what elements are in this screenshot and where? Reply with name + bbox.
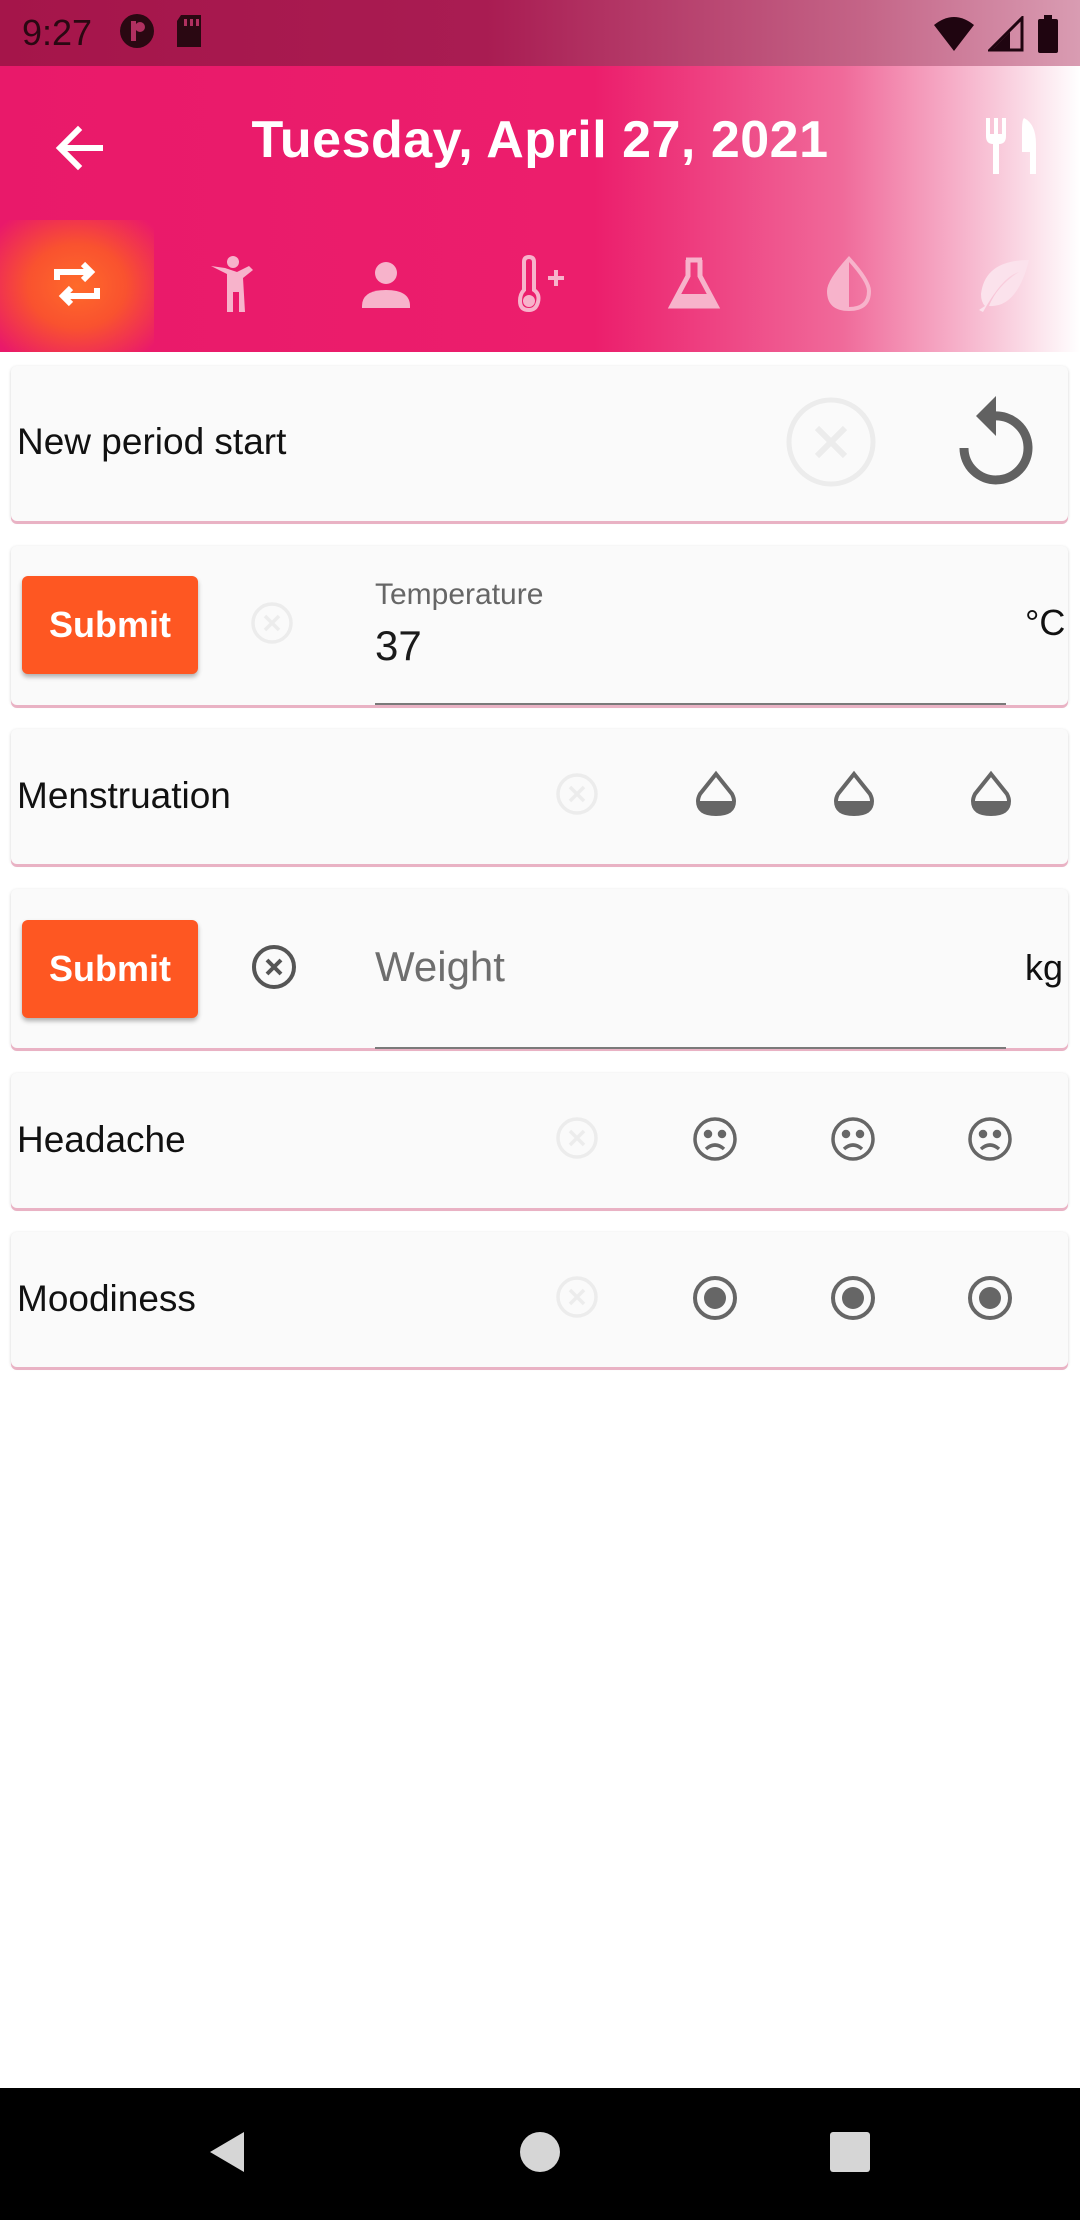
repeat-icon: [49, 256, 105, 317]
sd-card-icon: [174, 13, 204, 54]
app-bar: Tuesday, April 27, 2021: [0, 66, 1080, 352]
cancel-icon: [555, 772, 599, 821]
thermometer-plus-icon: [510, 254, 570, 319]
tab-lab[interactable]: [617, 220, 771, 352]
headache-label: Headache: [17, 1119, 186, 1160]
drop-icon: [694, 770, 738, 823]
menstruation-level-1-button[interactable]: [691, 770, 741, 823]
radio-checked-icon: [966, 1274, 1014, 1327]
sad-face-icon: [829, 1115, 877, 1168]
moodiness-label: Moodiness: [17, 1278, 196, 1319]
cancel-icon: [250, 601, 294, 650]
period-label: New period start: [17, 421, 287, 462]
exercise-icon: [203, 254, 259, 319]
page-title: Tuesday, April 27, 2021: [251, 111, 829, 169]
back-triangle-icon: [204, 2128, 248, 2181]
temperature-input[interactable]: 37: [375, 622, 422, 670]
submit-weight-button[interactable]: Submit: [22, 920, 198, 1018]
battery-icon: [1036, 14, 1060, 59]
temperature-field-label: Temperature: [375, 578, 544, 611]
headache-level-3-button[interactable]: [964, 1115, 1016, 1167]
food-log-button[interactable]: [980, 114, 1044, 178]
tab-activity[interactable]: [154, 220, 308, 352]
wifi-icon: [932, 15, 976, 58]
weight-underline: [375, 1047, 1006, 1049]
drop-icon: [969, 770, 1013, 823]
cancel-icon: [250, 943, 298, 996]
clear-temperature-button[interactable]: [249, 601, 295, 650]
clear-moodiness-button[interactable]: [554, 1275, 600, 1324]
moodiness-level-1-button[interactable]: [689, 1274, 741, 1326]
temperature-unit: °C: [1025, 602, 1066, 643]
clear-menstruation-button[interactable]: [554, 772, 600, 821]
moodiness-card: Moodiness: [11, 1232, 1068, 1367]
temperature-underline: [375, 703, 1006, 705]
flask-icon: [666, 256, 722, 317]
leaf-icon: [973, 256, 1033, 317]
tab-fluid[interactable]: [771, 220, 925, 352]
period-card: New period start: [11, 366, 1068, 521]
recents-square-icon: [828, 2130, 872, 2179]
tab-profile[interactable]: [309, 220, 463, 352]
cancel-icon: [555, 1275, 599, 1324]
weight-card: Submit Weight kg: [11, 889, 1068, 1049]
moodiness-level-2-button[interactable]: [827, 1274, 879, 1326]
clear-period-button[interactable]: [783, 396, 879, 492]
replay-button[interactable]: [947, 394, 1047, 494]
drop-icon: [824, 255, 874, 317]
cancel-icon: [785, 396, 877, 493]
category-tabs: [0, 220, 1080, 352]
headache-card: Headache: [11, 1073, 1068, 1208]
menstruation-label: Menstruation: [17, 775, 231, 816]
back-button[interactable]: [50, 118, 110, 178]
weight-unit: kg: [1025, 947, 1064, 988]
app-notification-icon: [118, 12, 156, 55]
tab-temperature[interactable]: [463, 220, 617, 352]
sad-face-icon: [966, 1115, 1014, 1168]
restaurant-icon: [980, 118, 1044, 182]
home-circle-icon: [518, 2130, 562, 2179]
radio-checked-icon: [829, 1274, 877, 1327]
menstruation-level-3-button[interactable]: [966, 770, 1016, 823]
tab-nutrition[interactable]: [926, 220, 1080, 352]
drop-icon: [832, 770, 876, 823]
radio-checked-icon: [691, 1274, 739, 1327]
moodiness-level-3-button[interactable]: [964, 1274, 1016, 1326]
arrow-back-icon: [50, 125, 110, 182]
signal-icon: [986, 14, 1024, 57]
nav-home-button[interactable]: [510, 2124, 570, 2184]
clear-weight-button[interactable]: [249, 944, 299, 994]
person-icon: [358, 256, 414, 317]
weight-input[interactable]: Weight: [375, 943, 505, 991]
submit-temperature-button[interactable]: Submit: [22, 576, 198, 674]
sad-face-icon: [691, 1115, 739, 1168]
temperature-card: Submit Temperature 37 °C: [11, 546, 1068, 705]
cancel-icon: [555, 1116, 599, 1165]
tab-cycle[interactable]: [0, 220, 155, 352]
clear-headache-button[interactable]: [554, 1116, 600, 1165]
replay-icon: [952, 394, 1042, 495]
system-nav-bar: [0, 2088, 1080, 2220]
menstruation-card: Menstruation: [11, 729, 1068, 864]
headache-level-2-button[interactable]: [827, 1115, 879, 1167]
nav-back-button[interactable]: [196, 2124, 256, 2184]
headache-level-1-button[interactable]: [689, 1115, 741, 1167]
status-bar: 9:27: [0, 0, 1080, 66]
menstruation-level-2-button[interactable]: [829, 770, 879, 823]
nav-recents-button[interactable]: [820, 2124, 880, 2184]
status-time: 9:27: [22, 12, 93, 53]
